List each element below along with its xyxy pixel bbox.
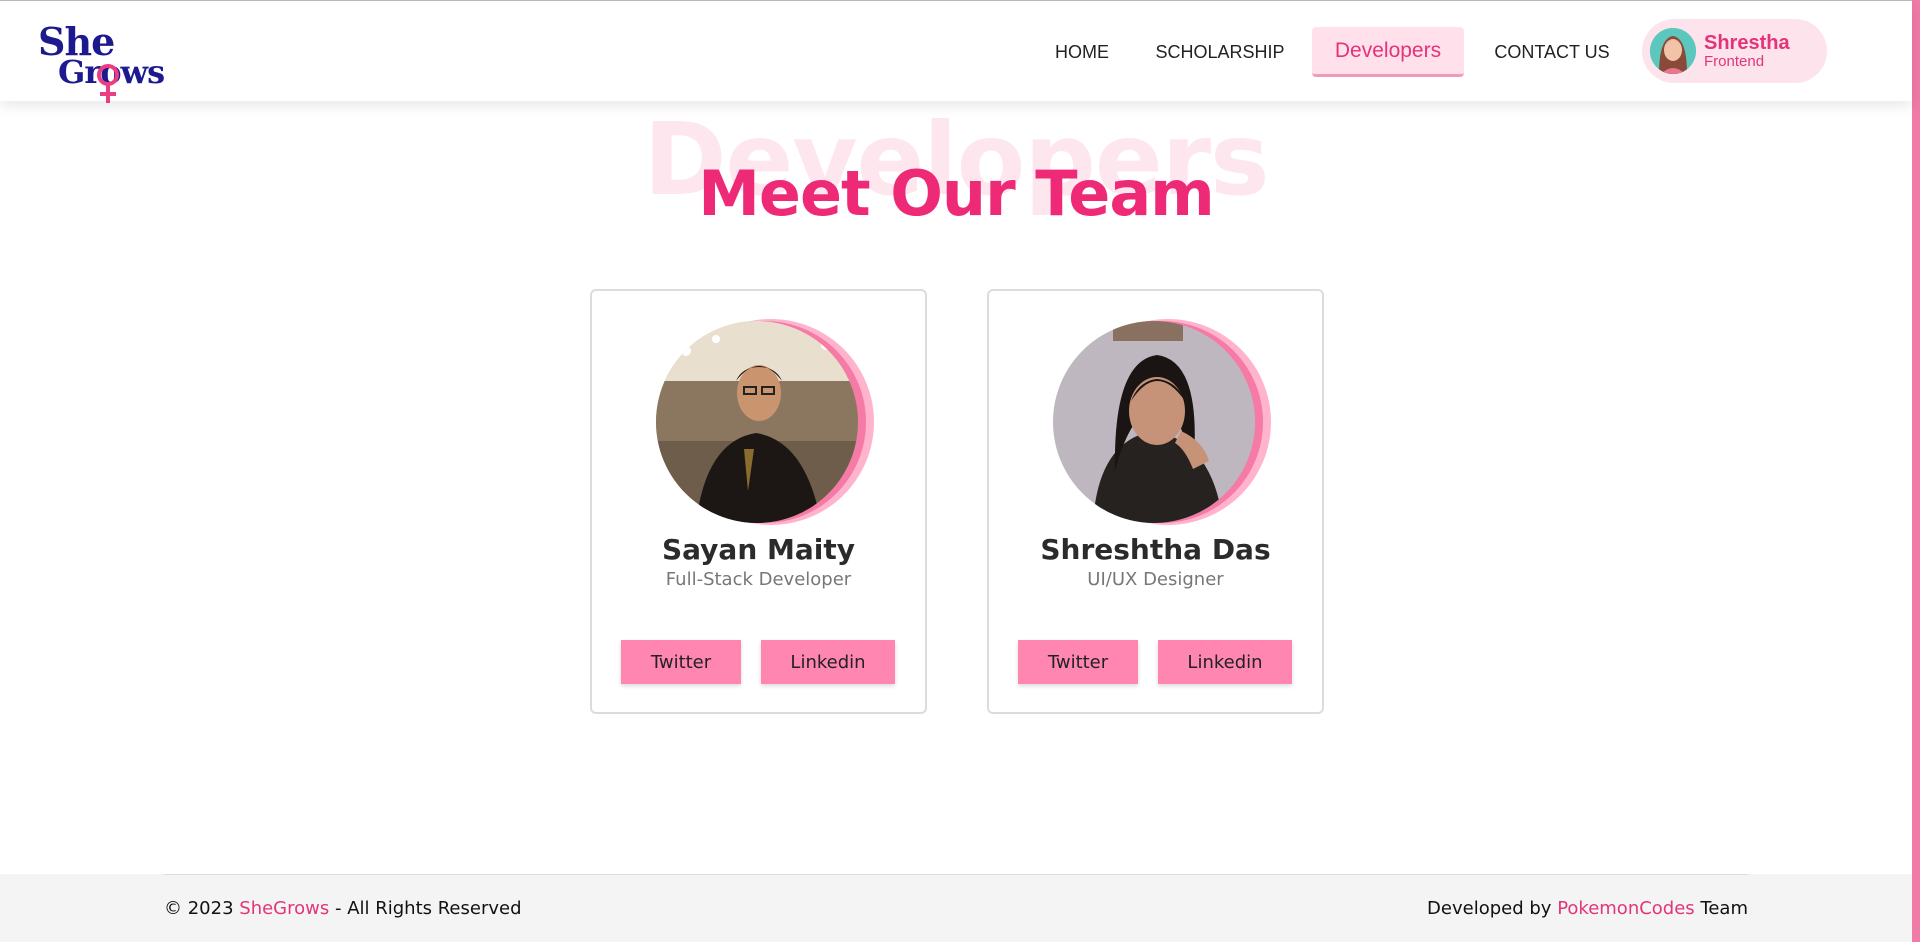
team-card: Sayan Maity Full-Stack Developer Twitter… — [590, 289, 927, 714]
member-role: Full-Stack Developer — [665, 569, 852, 590]
nav-contact-us[interactable]: CONTACT US — [1484, 27, 1620, 77]
avatar — [1650, 28, 1696, 74]
credit-suffix: Team — [1700, 898, 1748, 919]
team-link[interactable]: PokemonCodes — [1557, 898, 1695, 919]
copyright-year: © 2023 — [164, 898, 234, 919]
linkedin-button[interactable]: Linkedin — [761, 640, 895, 684]
copyright-text: © 2023 SheGrows - All Rights Reserved — [164, 898, 522, 919]
team-card: Shreshtha Das UI/UX Designer Twitter Lin… — [987, 289, 1324, 714]
twitter-button[interactable]: Twitter — [621, 640, 741, 684]
linkedin-button[interactable]: Linkedin — [1158, 640, 1292, 684]
credit-prefix: Developed by — [1427, 898, 1552, 919]
page-title: Meet Our Team — [698, 157, 1215, 230]
nav-home[interactable]: HOME — [1040, 27, 1124, 77]
profile-role: Frontend — [1704, 52, 1765, 70]
user-profile-chip[interactable]: Shrestha Frontend — [1642, 19, 1827, 83]
profile-name: Shrestha — [1704, 31, 1790, 54]
developer-credit: Developed by PokemonCodes Team — [1427, 898, 1748, 919]
site-header: She Grows HOME SCHOLARSHIP Developers CO… — [0, 1, 1912, 103]
member-role: UI/UX Designer — [1087, 569, 1224, 590]
footer-divider — [164, 874, 1748, 875]
footer-brand-link[interactable]: SheGrows — [239, 898, 329, 919]
member-photo — [656, 319, 876, 529]
scrollbar-accent[interactable] — [1912, 0, 1920, 942]
member-photo — [1053, 319, 1273, 529]
copyright-suffix: - All Rights Reserved — [334, 898, 522, 919]
twitter-button[interactable]: Twitter — [1018, 640, 1138, 684]
nav-scholarship[interactable]: SCHOLARSHIP — [1148, 27, 1292, 77]
member-name: Sayan Maity — [661, 533, 856, 566]
nav-developers[interactable]: Developers — [1312, 27, 1464, 77]
shegrows-logo[interactable]: She Grows — [38, 19, 165, 103]
member-name: Shreshtha Das — [1040, 533, 1271, 566]
venus-icon — [97, 64, 119, 103]
site-footer: © 2023 SheGrows - All Rights Reserved De… — [0, 874, 1912, 942]
